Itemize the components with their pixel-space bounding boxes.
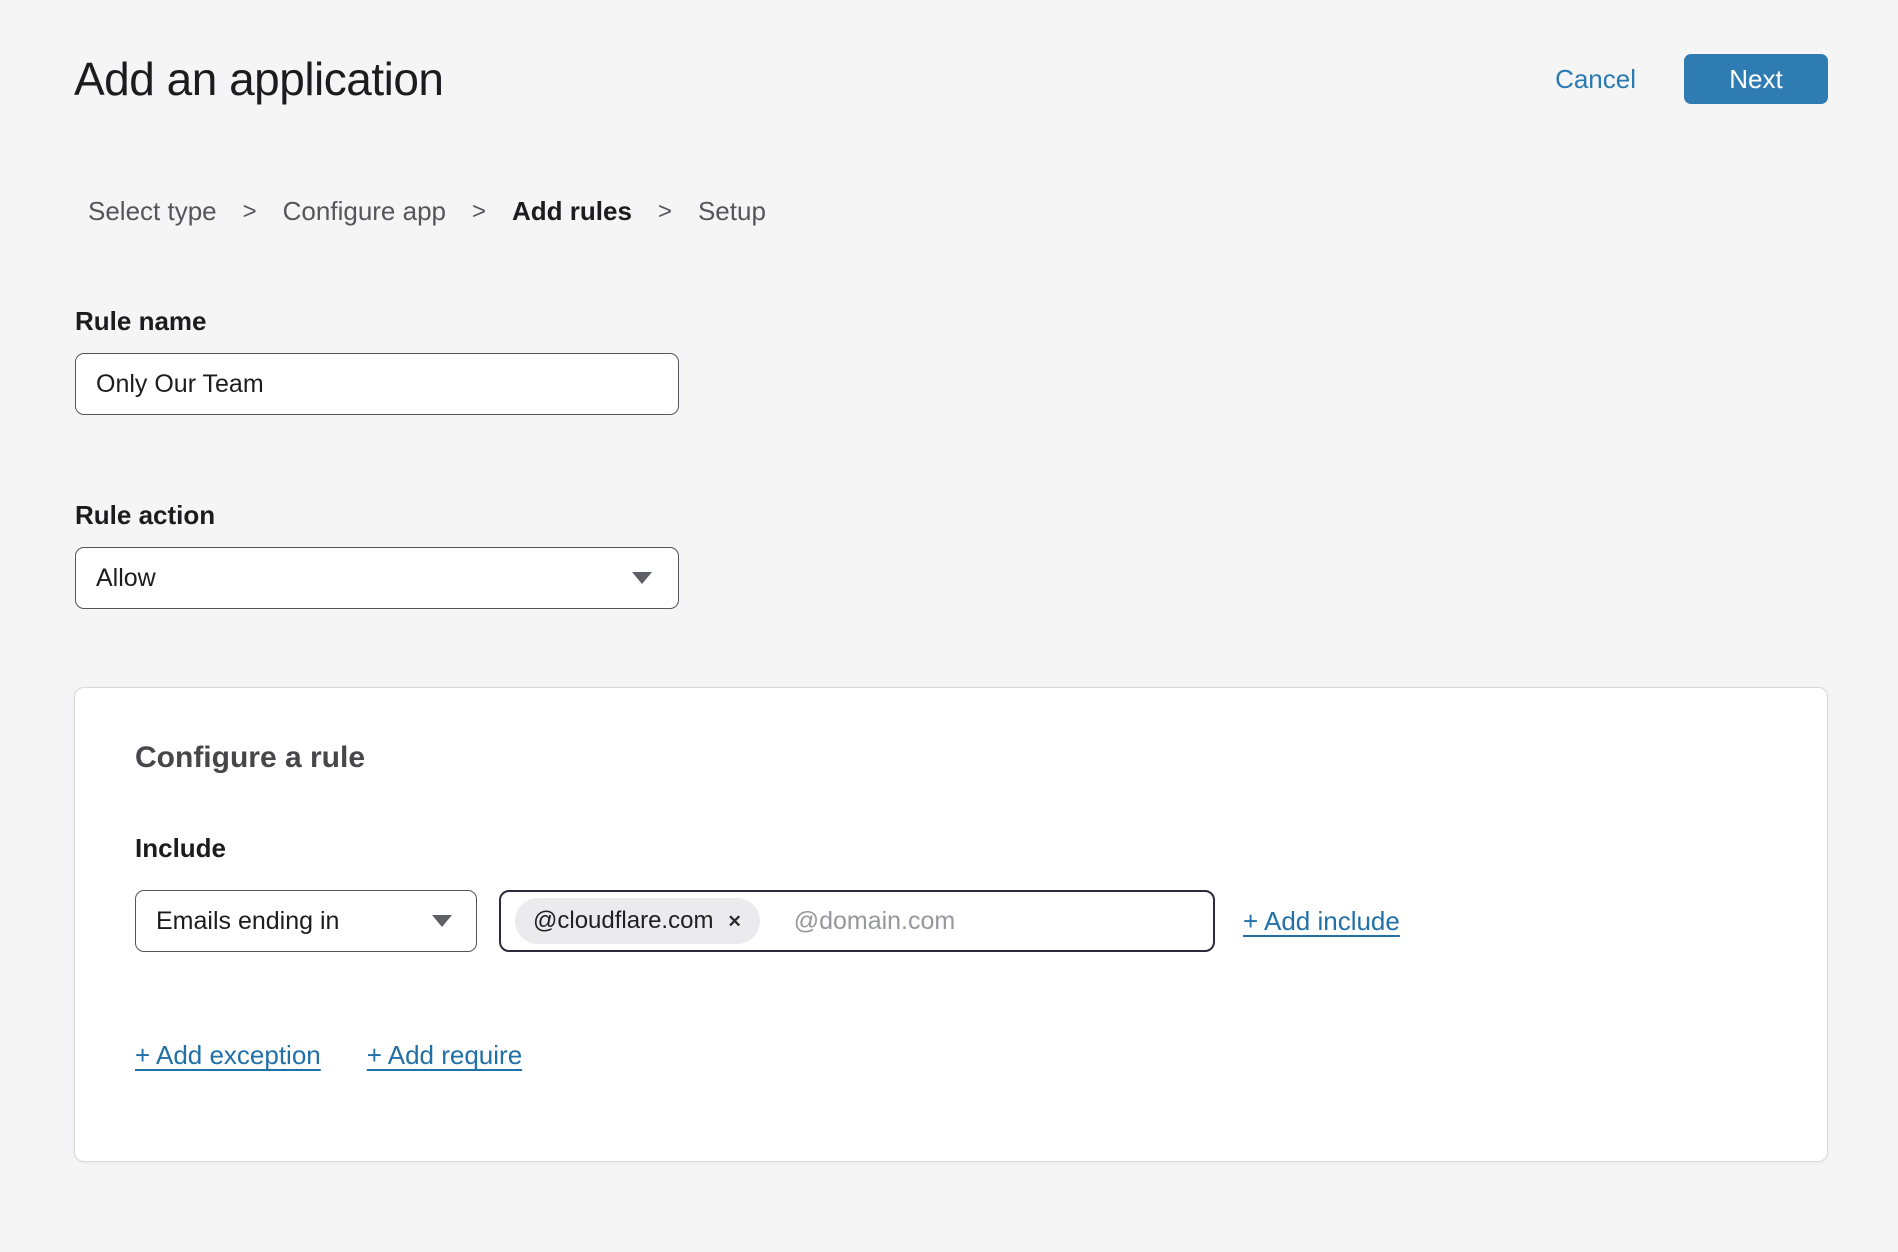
rule-action-select[interactable]: Allow (75, 547, 679, 609)
page-title: Add an application (74, 52, 444, 106)
page-header: Add an application Cancel Next (74, 52, 1828, 106)
breadcrumb-step-add-rules: Add rules (512, 196, 632, 227)
add-include-link[interactable]: + Add include (1243, 906, 1400, 937)
include-selector-value: Emails ending in (156, 907, 339, 936)
rule-name-label: Rule name (75, 305, 1898, 337)
rule-form: Rule name Rule action Allow (75, 305, 1898, 609)
add-require-link[interactable]: + Add require (367, 1040, 522, 1071)
chevron-down-icon (432, 915, 452, 927)
next-button[interactable]: Next (1684, 54, 1828, 104)
header-actions: Cancel Next (1555, 54, 1828, 104)
rule-name-input[interactable] (75, 353, 679, 415)
breadcrumb-step-configure-app[interactable]: Configure app (283, 196, 446, 227)
breadcrumb: Select type > Configure app > Add rules … (88, 196, 1898, 227)
include-value-tag-input[interactable]: @cloudflare.com ✕ (499, 890, 1215, 952)
chip-label: @cloudflare.com (533, 907, 713, 935)
breadcrumb-step-setup[interactable]: Setup (698, 196, 766, 227)
configure-rule-card: Configure a rule Include Emails ending i… (74, 687, 1828, 1162)
chevron-down-icon (632, 572, 652, 584)
chevron-right-icon: > (243, 198, 257, 226)
cancel-button[interactable]: Cancel (1555, 64, 1636, 95)
include-label: Include (135, 832, 1767, 864)
rule-action-selected-value: Allow (96, 564, 156, 593)
card-title: Configure a rule (135, 740, 1767, 776)
chip-remove-icon[interactable]: ✕ (727, 913, 741, 930)
include-rule-row: Emails ending in @cloudflare.com ✕ + Add… (135, 890, 1767, 952)
add-exception-link[interactable]: + Add exception (135, 1040, 321, 1071)
include-selector-select[interactable]: Emails ending in (135, 890, 477, 952)
chevron-right-icon: > (472, 198, 486, 226)
email-domain-input[interactable] (794, 907, 1199, 936)
rule-action-label: Rule action (75, 499, 1898, 531)
rule-extra-links: + Add exception + Add require (135, 1040, 1767, 1071)
breadcrumb-step-select-type[interactable]: Select type (88, 196, 217, 227)
chevron-right-icon: > (658, 198, 672, 226)
email-domain-chip: @cloudflare.com ✕ (515, 898, 760, 944)
